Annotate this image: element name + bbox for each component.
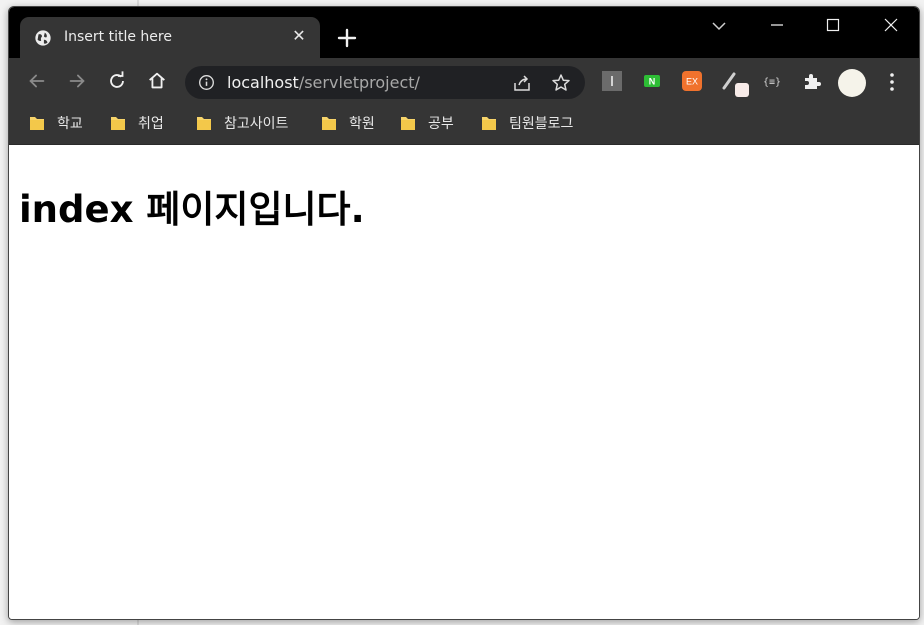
bookmark-label: 취업: [138, 116, 164, 132]
new-tab-icon[interactable]: [335, 26, 359, 50]
bookmark-folder[interactable]: 참고사이트: [196, 111, 288, 135]
url-path: /servletproject/: [298, 73, 420, 92]
folder-icon: [30, 117, 44, 130]
bookmark-folder[interactable]: 학교: [29, 111, 83, 135]
svg-text:N: N: [649, 77, 656, 87]
bookmark-label: 참고사이트: [224, 116, 289, 132]
tab-title: Insert title here: [64, 29, 172, 45]
bookmark-folder[interactable]: 취업: [110, 111, 164, 135]
bookmark-folder[interactable]: 공부: [400, 111, 454, 135]
ext-i-icon[interactable]: [601, 70, 623, 92]
globe-icon: [35, 30, 51, 46]
page-content: index 페이지입니다.: [9, 145, 919, 619]
bookmark-label: 팀원블로그: [509, 116, 574, 132]
page-heading: index 페이지입니다.: [19, 188, 365, 231]
close-tab-icon[interactable]: ✕: [289, 26, 309, 46]
folder-icon: [197, 117, 211, 130]
browser-window: Insert title here ✕ localhost/servletpro…: [8, 6, 920, 620]
svg-text:{≡}: {≡}: [763, 77, 781, 88]
window-close-icon[interactable]: [879, 13, 903, 37]
tab-active[interactable]: Insert title here ✕: [20, 17, 320, 58]
address-bar[interactable]: localhost/servletproject/: [185, 66, 585, 99]
ext-braces-icon[interactable]: {≡}: [761, 70, 783, 92]
folder-icon: [111, 117, 125, 130]
forward-arrow-icon[interactable]: [66, 70, 88, 92]
home-icon[interactable]: [146, 70, 168, 92]
extensions-puzzle-icon[interactable]: [801, 70, 823, 92]
svg-text:EX: EX: [686, 77, 698, 87]
bookmark-folder[interactable]: 학원: [321, 111, 375, 135]
site-info-icon[interactable]: [198, 74, 215, 91]
share-icon[interactable]: [512, 73, 532, 93]
bookmark-label: 공부: [428, 116, 454, 132]
back-arrow-icon[interactable]: [26, 70, 48, 92]
bookmark-folder[interactable]: 팀원블로그: [481, 111, 573, 135]
folder-icon: [401, 117, 415, 130]
folder-icon: [482, 117, 496, 130]
minimize-icon[interactable]: [765, 13, 789, 37]
bookmark-star-icon[interactable]: [551, 73, 571, 93]
ext-pen-icon[interactable]: [721, 68, 751, 98]
bookmark-label: 학교: [57, 116, 83, 132]
tab-strip: Insert title here ✕: [9, 7, 919, 58]
bookmarks-bar: 학교 취업 참고사이트 학원 공부 팀원블로그: [9, 105, 919, 145]
profile-avatar[interactable]: [838, 69, 866, 97]
ext-ex-icon[interactable]: EX: [681, 70, 703, 92]
url-text: localhost/servletproject/: [227, 73, 420, 92]
browser-toolbar: localhost/servletproject/ N EX {≡}: [9, 58, 919, 105]
kebab-menu-icon[interactable]: [882, 71, 902, 93]
ext-n-icon[interactable]: N: [641, 70, 663, 92]
url-host: localhost: [227, 73, 299, 92]
bookmark-label: 학원: [349, 116, 375, 132]
chevron-down-icon[interactable]: [709, 16, 729, 36]
folder-icon: [322, 117, 336, 130]
maximize-icon[interactable]: [821, 13, 845, 37]
reload-icon[interactable]: [106, 70, 128, 92]
